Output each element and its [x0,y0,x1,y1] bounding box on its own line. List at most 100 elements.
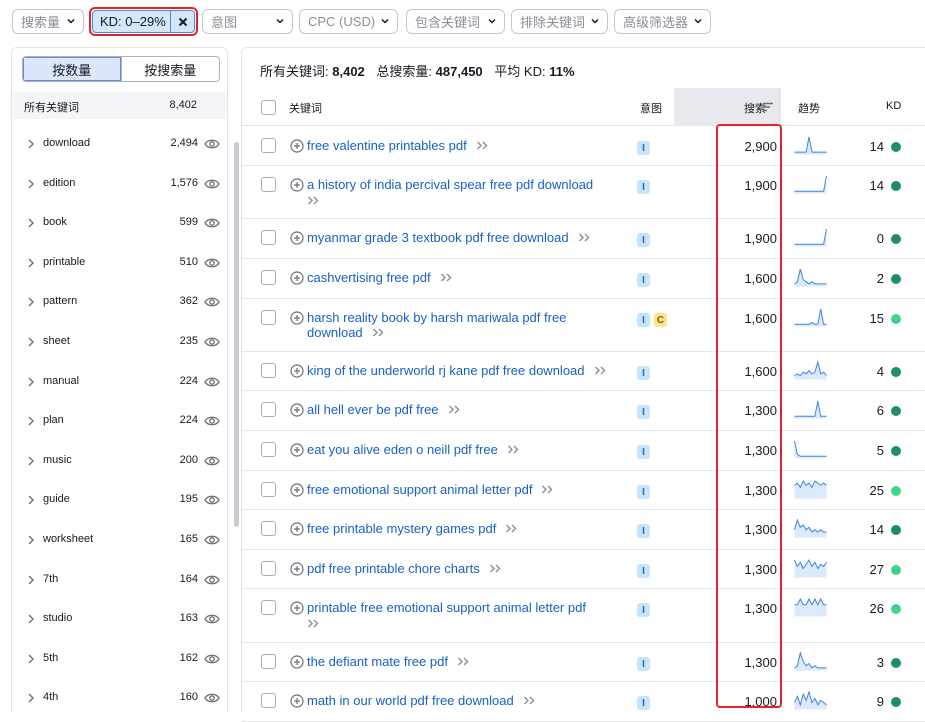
row-checkbox[interactable] [261,138,276,153]
row-checkbox[interactable] [261,693,276,708]
chevron-right-icon[interactable] [27,138,35,150]
eye-icon[interactable] [204,376,220,388]
row-checkbox[interactable] [261,363,276,378]
chevron-right-icon[interactable] [27,455,35,467]
sidebar-group-item[interactable]: 5th 162 [12,649,222,669]
sidebar-group-item[interactable]: printable 510 [12,253,222,273]
row-checkbox[interactable] [261,654,276,669]
sidebar-group-item[interactable]: plan 224 [12,411,222,431]
sidebar-group-item[interactable]: worksheet 165 [12,530,222,550]
chevron-right-icon[interactable] [27,653,35,665]
keyword-link[interactable]: harsh reality book by harsh mariwala pdf… [307,310,566,340]
chevron-right-icon[interactable] [27,257,35,269]
sidebar-scrollbar[interactable] [234,142,239,527]
add-to-list-icon[interactable] [290,178,304,192]
sidebar-group-item[interactable]: download 2,494 [12,134,222,154]
row-checkbox[interactable] [261,521,276,536]
eye-icon[interactable] [204,415,220,427]
add-to-list-icon[interactable] [290,522,304,536]
row-checkbox[interactable] [261,230,276,245]
row-checkbox[interactable] [261,402,276,417]
add-to-list-icon[interactable] [290,655,304,669]
chevron-right-icon[interactable] [27,217,35,229]
sidebar-group-item[interactable]: pattern 362 [12,292,222,312]
keyword-link[interactable]: printable free emotional support animal … [307,600,586,615]
chevrons-right-icon[interactable] [507,445,520,454]
eye-icon[interactable] [204,574,220,586]
chevrons-right-icon[interactable] [457,657,470,666]
sidebar-group-item[interactable]: music 200 [12,451,222,471]
include-keywords-filter[interactable]: 包含关键词 [406,9,505,34]
chevrons-right-icon[interactable] [307,619,320,628]
chevron-right-icon[interactable] [27,692,35,704]
sidebar-group-item[interactable]: 7th 164 [12,570,222,590]
chevrons-right-icon[interactable] [594,366,607,375]
chevron-right-icon[interactable] [27,494,35,506]
sidebar-group-item[interactable]: 4th 160 [12,688,222,708]
chevrons-right-icon[interactable] [489,564,502,573]
keyword-link[interactable]: math in our world pdf free download [307,693,514,708]
row-checkbox[interactable] [261,270,276,285]
sort-desc-icon[interactable] [762,102,774,112]
keyword-link[interactable]: all hell ever be pdf free [307,402,439,417]
chevrons-right-icon[interactable] [505,524,518,533]
keyword-link[interactable]: pdf free printable chore charts [307,561,480,576]
chevron-right-icon[interactable] [27,415,35,427]
cpc-filter[interactable]: CPC (USD) [299,9,398,34]
chevrons-right-icon[interactable] [476,141,489,150]
sidebar-group-item[interactable]: edition 1,576 [12,174,222,194]
chevrons-right-icon[interactable] [372,328,385,337]
eye-icon[interactable] [204,534,220,546]
intent-column-header[interactable]: 意图 [640,100,662,116]
add-to-list-icon[interactable] [290,139,304,153]
trend-column-header[interactable]: 趋势 [798,100,820,116]
add-to-list-icon[interactable] [290,364,304,378]
volume-filter[interactable]: 搜索量 [12,9,84,34]
row-checkbox[interactable] [261,442,276,457]
eye-icon[interactable] [204,257,220,269]
add-to-list-icon[interactable] [290,562,304,576]
chevron-right-icon[interactable] [27,613,35,625]
select-all-checkbox[interactable] [261,100,276,115]
sidebar-group-item[interactable]: sheet 235 [12,332,222,352]
row-checkbox[interactable] [261,600,276,615]
eye-icon[interactable] [204,178,220,190]
keyword-link[interactable]: free emotional support animal letter pdf [307,482,532,497]
add-to-list-icon[interactable] [290,403,304,417]
chevrons-right-icon[interactable] [578,233,591,242]
eye-icon[interactable] [204,217,220,229]
row-checkbox[interactable] [261,177,276,192]
add-to-list-icon[interactable] [290,231,304,245]
all-keywords-group[interactable]: 所有关键词 8,402 [12,92,227,119]
eye-icon[interactable] [204,336,220,348]
chevron-right-icon[interactable] [27,296,35,308]
sidebar-group-item[interactable]: book 599 [12,213,222,233]
keyword-link[interactable]: the defiant mate free pdf [307,654,448,669]
add-to-list-icon[interactable] [290,311,304,325]
eye-icon[interactable] [204,692,220,704]
chevrons-right-icon[interactable] [448,405,461,414]
kd-column-header[interactable]: KD [886,100,901,112]
chevron-right-icon[interactable] [27,376,35,388]
add-to-list-icon[interactable] [290,483,304,497]
eye-icon[interactable] [204,613,220,625]
keyword-link[interactable]: a history of india percival spear free p… [307,177,593,192]
keyword-link[interactable]: king of the underworld rj kane pdf free … [307,363,585,378]
chevrons-right-icon[interactable] [307,196,320,205]
chevron-right-icon[interactable] [27,178,35,190]
eye-icon[interactable] [204,296,220,308]
eye-icon[interactable] [204,653,220,665]
add-to-list-icon[interactable] [290,694,304,708]
chevrons-right-icon[interactable] [541,485,554,494]
tab-by-volume[interactable]: 按搜索量 [122,57,220,81]
eye-icon[interactable] [204,455,220,467]
tab-by-count[interactable]: 按数量 [23,57,122,81]
chevron-right-icon[interactable] [27,534,35,546]
advanced-filter[interactable]: 高级筛选器 [614,9,711,34]
add-to-list-icon[interactable] [290,601,304,615]
keyword-link[interactable]: cashvertising free pdf [307,270,431,285]
exclude-keywords-filter[interactable]: 排除关键词 [511,9,608,34]
keyword-link[interactable]: free valentine printables pdf [307,138,467,153]
kd-filter[interactable]: KD: 0–29% [89,7,198,36]
add-to-list-icon[interactable] [290,271,304,285]
